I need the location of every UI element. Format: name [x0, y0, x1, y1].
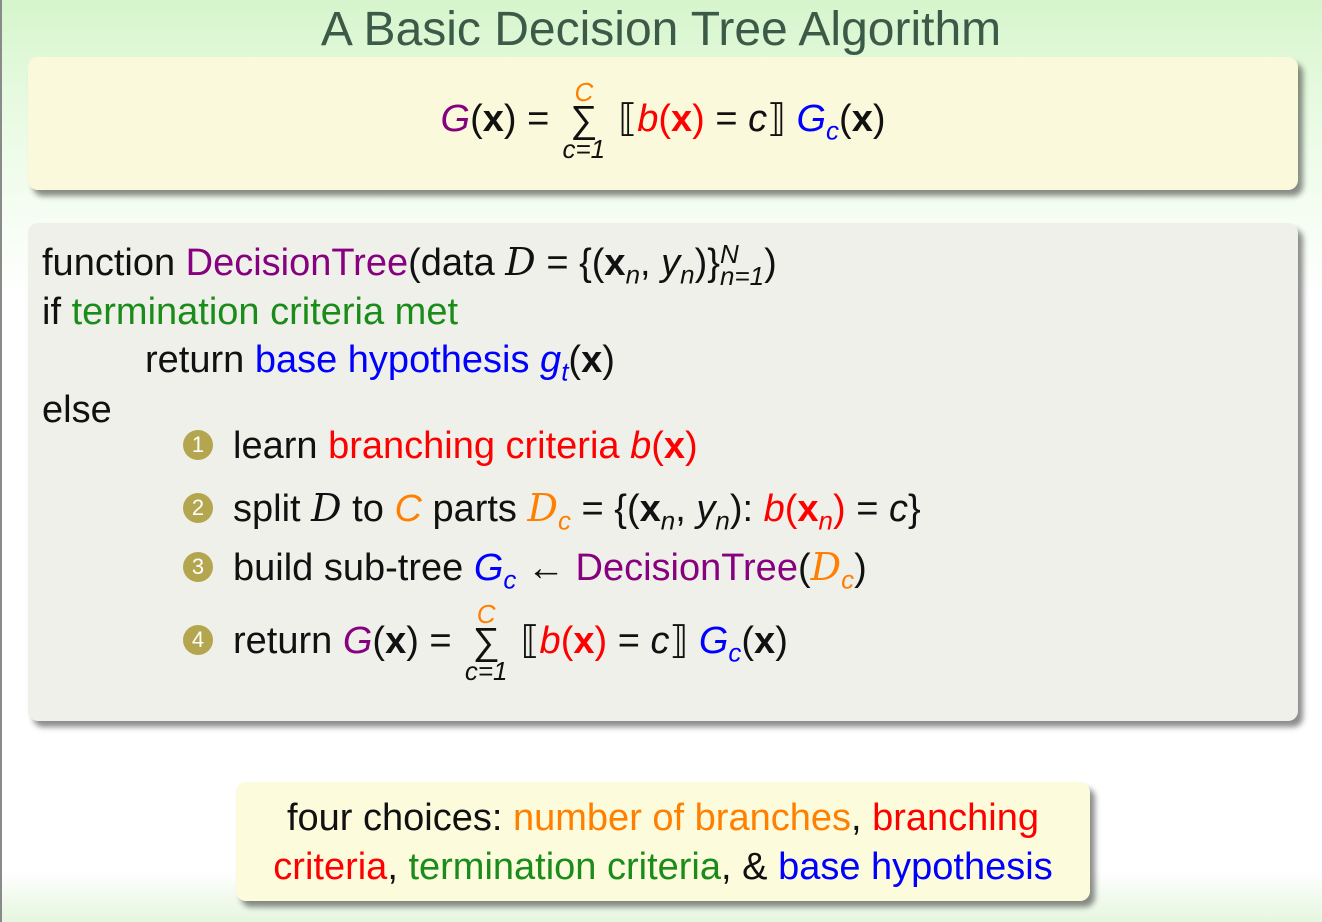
sum-lower: c=1	[464, 656, 508, 686]
return-keyword: return	[233, 620, 333, 663]
b-symbol: b	[630, 425, 652, 467]
x-symbol: x	[754, 620, 776, 663]
x-symbol: x	[671, 98, 693, 141]
else-keyword: else	[42, 389, 112, 431]
c-subscript: c	[841, 564, 855, 595]
parts-text: parts	[432, 488, 517, 530]
n-subscript: n	[680, 259, 695, 290]
x-symbol: x	[573, 620, 595, 663]
x-symbol: x	[663, 425, 686, 467]
branching-criteria: branching criteria	[328, 425, 620, 467]
Gc-subscript: c	[503, 564, 517, 595]
D-symbol: D	[505, 240, 536, 284]
c-symbol: c	[650, 620, 670, 663]
step-1: 1 learn branching criteria b(x)	[183, 423, 698, 469]
step-number-badge: 3	[183, 551, 213, 582]
b-symbol: b	[539, 620, 561, 663]
C-symbol: C	[394, 488, 422, 530]
step-2: 2 split D to C parts Dc = {(xn, yn): b(xn…	[183, 485, 921, 534]
x-symbol: x	[797, 488, 819, 530]
step-number-badge: 2	[183, 492, 213, 523]
sigma-symbol: ∑	[570, 99, 598, 141]
formula-box: G(x) = C ∑ c=1 ⟦b(x) = c⟧ Gc(x)	[28, 57, 1298, 190]
split-text: split	[233, 488, 301, 530]
summation: C ∑ c=1	[560, 79, 608, 163]
return-keyword: return	[145, 339, 245, 381]
learn-text: learn	[233, 425, 318, 467]
function-keyword: function	[42, 242, 176, 284]
x-symbol: x	[482, 98, 504, 141]
G-symbol: G	[342, 620, 373, 663]
choice-base-hypothesis: base hypothesis	[778, 846, 1053, 888]
step-3: 3 build sub-tree Gc ← DecisionTree(Dc)	[183, 544, 867, 593]
choice-branching: branching	[872, 797, 1040, 839]
step-4: 4 return G(x) = C ∑ c=1 ⟦b(x) = c⟧ Gc(x)	[183, 601, 788, 685]
Dc-symbol: D	[810, 545, 842, 589]
return-base-line: return base hypothesis gt(x)	[145, 339, 615, 387]
termination-criteria: termination criteria met	[71, 291, 459, 333]
data-keyword: data	[420, 242, 495, 284]
n-subscript: n	[625, 259, 641, 290]
slide-title: A Basic Decision Tree Algorithm	[320, 3, 1002, 56]
G-symbol: G	[440, 98, 471, 141]
Gc-symbol: G	[796, 98, 827, 141]
x-symbol: x	[385, 620, 407, 663]
b-symbol: b	[637, 98, 659, 141]
b-symbol: b	[763, 488, 785, 530]
g-subscript: t	[561, 356, 569, 387]
c-symbol: c	[748, 98, 768, 141]
base-hypothesis: base hypothesis	[254, 339, 530, 381]
x-symbol: x	[581, 339, 603, 381]
sum-lower: c=1	[562, 134, 606, 164]
choice-number-of-branches: number of branches	[513, 797, 851, 839]
n-subscript: n	[660, 505, 676, 536]
four-choices-text: four choices: number of branches, branch…	[273, 797, 1053, 888]
summation: C ∑ c=1	[462, 601, 510, 685]
step-number-badge: 1	[183, 429, 213, 460]
to-text: to	[352, 488, 384, 530]
function-name: DecisionTree	[575, 547, 798, 589]
x-symbol: x	[604, 242, 626, 284]
function-name: DecisionTree	[185, 242, 409, 284]
aggregation-formula: G(x) = C ∑ c=1 ⟦b(x) = c⟧ Gc(x)	[440, 77, 886, 164]
Dc-symbol: D	[527, 486, 558, 530]
Gc-symbol: G	[698, 620, 729, 663]
Gc-subscript: c	[826, 115, 840, 146]
Gc-subscript: c	[728, 637, 742, 668]
Gc-symbol: G	[473, 547, 504, 589]
build-subtree-text: build sub-tree	[233, 547, 464, 589]
four-choices-box: four choices: number of branches, branch…	[236, 782, 1090, 901]
n-equals-1: n=1	[719, 260, 765, 291]
else-line: else	[42, 387, 112, 433]
n-subscript: n	[715, 505, 730, 536]
left-border	[0, 0, 2, 922]
if-keyword: if	[42, 291, 61, 333]
c-subscript: c	[557, 505, 571, 536]
c-symbol: c	[888, 488, 908, 530]
n-subscript: n	[818, 505, 834, 536]
note-prefix: four choices:	[286, 797, 503, 839]
x-symbol: x	[639, 488, 661, 530]
x-symbol: x	[851, 98, 873, 141]
algorithm-box: function DecisionTree(data D = {(xn, yn)…	[28, 223, 1298, 721]
D-symbol: D	[311, 486, 342, 530]
if-line: if termination criteria met	[42, 289, 458, 335]
choice-termination-criteria: termination criteria	[408, 846, 722, 888]
choice-criteria: criteria	[273, 846, 388, 888]
function-signature: function DecisionTree(data D = {(xn, yn)…	[42, 238, 777, 291]
ampersand: &	[742, 846, 768, 888]
sigma-symbol: ∑	[472, 621, 500, 663]
step-number-badge: 4	[183, 625, 213, 655]
g-symbol: g	[540, 339, 562, 381]
